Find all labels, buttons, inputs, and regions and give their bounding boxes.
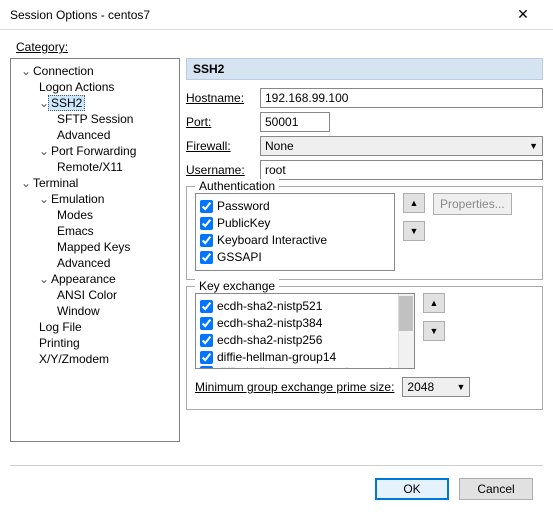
firewall-label: Firewall: — [186, 139, 252, 153]
category-tree[interactable]: ⌄Connection Logon Actions ⌄SSH2 SFTP Ses… — [10, 58, 180, 442]
tree-ansi-color[interactable]: ANSI Color — [11, 287, 179, 303]
tree-terminal[interactable]: ⌄Terminal — [11, 175, 179, 191]
section-header: SSH2 — [186, 58, 543, 80]
kex-item[interactable]: diffie-hellman-group-exchange-sha256 — [200, 366, 410, 369]
auth-move-down-button[interactable]: ▼ — [403, 221, 425, 241]
port-label: Port: — [186, 115, 252, 129]
auth-gssapi[interactable]: GSSAPI — [200, 249, 390, 266]
auth-move-up-button[interactable]: ▲ — [403, 193, 425, 213]
firewall-value: None — [265, 139, 294, 153]
title-bar: Session Options - centos7 ✕ — [0, 0, 553, 30]
auth-password[interactable]: Password — [200, 198, 390, 215]
tree-port-forwarding[interactable]: ⌄Port Forwarding — [11, 143, 179, 159]
min-group-select[interactable]: 2048 ▼ — [402, 377, 470, 397]
kex-item[interactable]: diffie-hellman-group14 — [200, 349, 410, 366]
auth-listbox[interactable]: Password PublicKey Keyboard Interactive … — [195, 193, 395, 271]
chevron-down-icon: ▼ — [457, 382, 466, 392]
key-exchange-legend: Key exchange — [195, 279, 279, 293]
username-label: Username: — [186, 163, 252, 177]
tree-printing[interactable]: Printing — [11, 335, 179, 351]
caret-down-icon: ⌄ — [21, 175, 31, 191]
key-exchange-group: Key exchange ecdh-sha2-nistp521 ecdh-sha… — [186, 286, 543, 410]
tree-emacs[interactable]: Emacs — [11, 223, 179, 239]
kex-move-down-button[interactable]: ▼ — [423, 321, 445, 341]
tree-mapped-keys[interactable]: Mapped Keys — [11, 239, 179, 255]
tree-connection[interactable]: ⌄Connection — [11, 63, 179, 79]
tree-ssh2[interactable]: ⌄SSH2 — [11, 95, 179, 111]
hostname-label: Hostname: — [186, 91, 252, 105]
tree-sftp-session[interactable]: SFTP Session — [11, 111, 179, 127]
authentication-group: Authentication Password PublicKey Keyboa… — [186, 186, 543, 280]
tree-advanced[interactable]: Advanced — [11, 127, 179, 143]
tree-remote-x11[interactable]: Remote/X11 — [11, 159, 179, 175]
kex-move-up-button[interactable]: ▲ — [423, 293, 445, 313]
auth-keyboard-interactive[interactable]: Keyboard Interactive — [200, 232, 390, 249]
caret-down-icon: ⌄ — [39, 143, 49, 159]
caret-down-icon: ⌄ — [39, 271, 49, 287]
window-title: Session Options - centos7 — [10, 8, 503, 22]
properties-button[interactable]: Properties... — [433, 193, 512, 215]
tree-modes[interactable]: Modes — [11, 207, 179, 223]
auth-publickey[interactable]: PublicKey — [200, 215, 390, 232]
cancel-button[interactable]: Cancel — [459, 478, 533, 500]
scrollbar-thumb[interactable] — [399, 296, 413, 331]
chevron-down-icon: ▼ — [529, 141, 538, 151]
kex-item[interactable]: ecdh-sha2-nistp256 — [200, 332, 410, 349]
hostname-input[interactable] — [260, 88, 543, 108]
tree-emulation[interactable]: ⌄Emulation — [11, 191, 179, 207]
ok-button[interactable]: OK — [375, 478, 449, 500]
tree-logon-actions[interactable]: Logon Actions — [11, 79, 179, 95]
port-input[interactable] — [260, 112, 330, 132]
divider — [10, 465, 543, 466]
firewall-select[interactable]: None ▼ — [260, 136, 543, 156]
tree-appearance[interactable]: ⌄Appearance — [11, 271, 179, 287]
tree-log-file[interactable]: Log File — [11, 319, 179, 335]
scrollbar[interactable] — [398, 294, 414, 368]
tree-window[interactable]: Window — [11, 303, 179, 319]
username-input[interactable] — [260, 160, 543, 180]
caret-down-icon: ⌄ — [39, 191, 49, 207]
kex-item[interactable]: ecdh-sha2-nistp384 — [200, 315, 410, 332]
close-icon[interactable]: ✕ — [503, 6, 543, 23]
tree-xyzmodem[interactable]: X/Y/Zmodem — [11, 351, 179, 367]
category-label: Category: — [0, 30, 553, 58]
min-group-value: 2048 — [407, 380, 434, 394]
authentication-legend: Authentication — [195, 179, 279, 193]
tree-advanced-2[interactable]: Advanced — [11, 255, 179, 271]
caret-down-icon: ⌄ — [21, 63, 31, 79]
kex-listbox[interactable]: ecdh-sha2-nistp521 ecdh-sha2-nistp384 ec… — [195, 293, 415, 369]
kex-item[interactable]: ecdh-sha2-nistp521 — [200, 298, 410, 315]
min-group-label: Minimum group exchange prime size: — [195, 380, 394, 394]
